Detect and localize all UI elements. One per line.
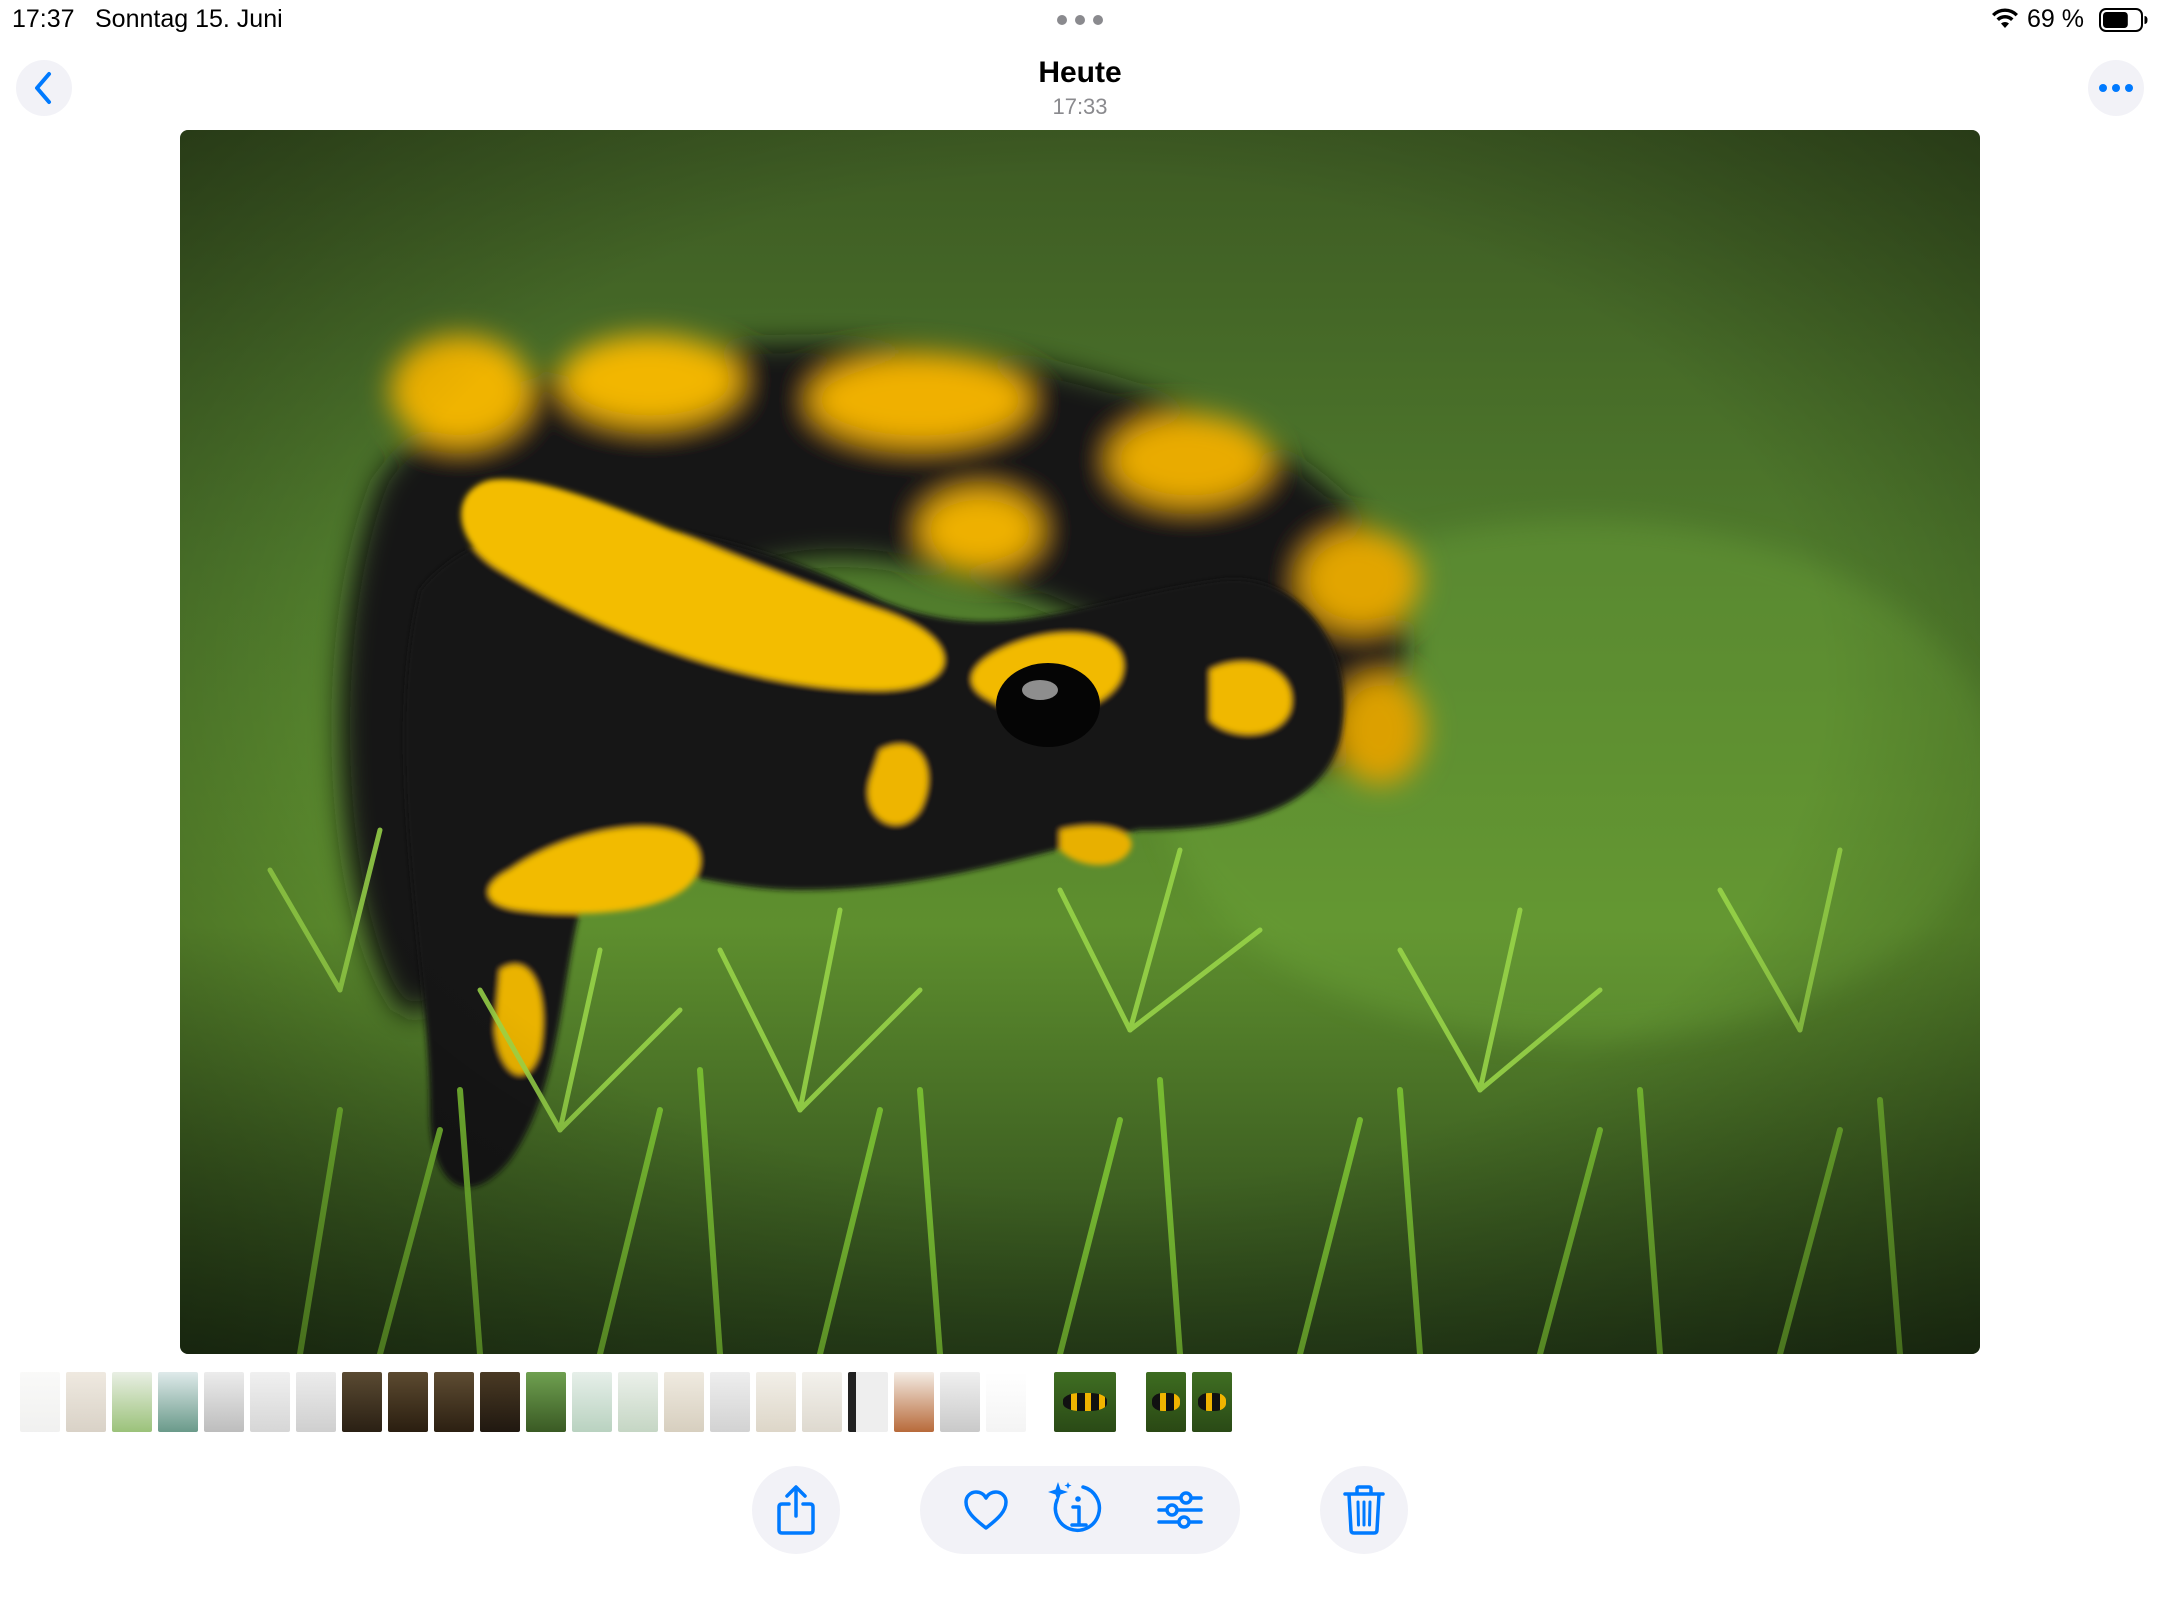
sparkle-info-icon <box>1048 1482 1102 1532</box>
thumbnail-13[interactable] <box>572 1372 612 1432</box>
thumbnail-12[interactable] <box>526 1372 566 1432</box>
battery-percent: 69 % <box>2027 5 2084 33</box>
status-bar: 17:37 Sonntag 15. Juni 69 % <box>0 0 2160 40</box>
thumbnail-21[interactable] <box>940 1372 980 1432</box>
thumbnail-14[interactable] <box>618 1372 658 1432</box>
favorite-button[interactable] <box>956 1480 1016 1540</box>
delete-button[interactable] <box>1320 1466 1408 1554</box>
heart-icon <box>964 1490 1008 1530</box>
info-button[interactable] <box>1044 1480 1104 1540</box>
ellipsis-icon <box>2099 84 2133 92</box>
thumbnail-5[interactable] <box>204 1372 244 1432</box>
thumbnail-16[interactable] <box>710 1372 750 1432</box>
status-time: 17:37 <box>12 5 75 33</box>
edit-button[interactable] <box>1150 1480 1210 1540</box>
more-button[interactable] <box>2088 60 2144 116</box>
thumbnail-19[interactable] <box>848 1372 888 1432</box>
thumbnail-4[interactable] <box>158 1372 198 1432</box>
thumbnail-23[interactable] <box>1054 1372 1116 1432</box>
wifi-icon <box>1992 8 2018 28</box>
thumbnail-24[interactable] <box>1146 1372 1186 1432</box>
share-button[interactable] <box>752 1466 840 1554</box>
thumbnail-20[interactable] <box>894 1372 934 1432</box>
photo-actions-group <box>920 1466 1240 1554</box>
thumbnail-9[interactable] <box>388 1372 428 1432</box>
thumbnail-1[interactable] <box>20 1372 60 1432</box>
share-icon <box>777 1485 815 1535</box>
thumbnail-10[interactable] <box>434 1372 474 1432</box>
status-date: Sonntag 15. Juni <box>95 5 283 33</box>
thumbnail-15[interactable] <box>664 1372 704 1432</box>
thumbnail-17[interactable] <box>756 1372 796 1432</box>
thumbnail-6[interactable] <box>250 1372 290 1432</box>
back-button[interactable] <box>16 60 72 116</box>
trash-icon <box>1343 1485 1385 1535</box>
thumbnail-2[interactable] <box>66 1372 106 1432</box>
thumbnail-22[interactable] <box>986 1372 1026 1432</box>
thumbnail-8[interactable] <box>342 1372 382 1432</box>
chevron-left-icon <box>35 72 51 104</box>
thumbnail-18[interactable] <box>802 1372 842 1432</box>
sliders-icon <box>1157 1491 1203 1529</box>
battery-icon <box>2099 8 2148 32</box>
thumbnail-25[interactable] <box>1192 1372 1232 1432</box>
main-photo[interactable] <box>180 130 1980 1354</box>
page-title: Heute <box>1038 56 1122 89</box>
multitasking-handle[interactable] <box>1057 15 1103 25</box>
thumbnail-3[interactable] <box>112 1372 152 1432</box>
page-subtitle: 17:33 <box>1052 94 1108 119</box>
thumbnail-11[interactable] <box>480 1372 520 1432</box>
thumbnail-7[interactable] <box>296 1372 336 1432</box>
